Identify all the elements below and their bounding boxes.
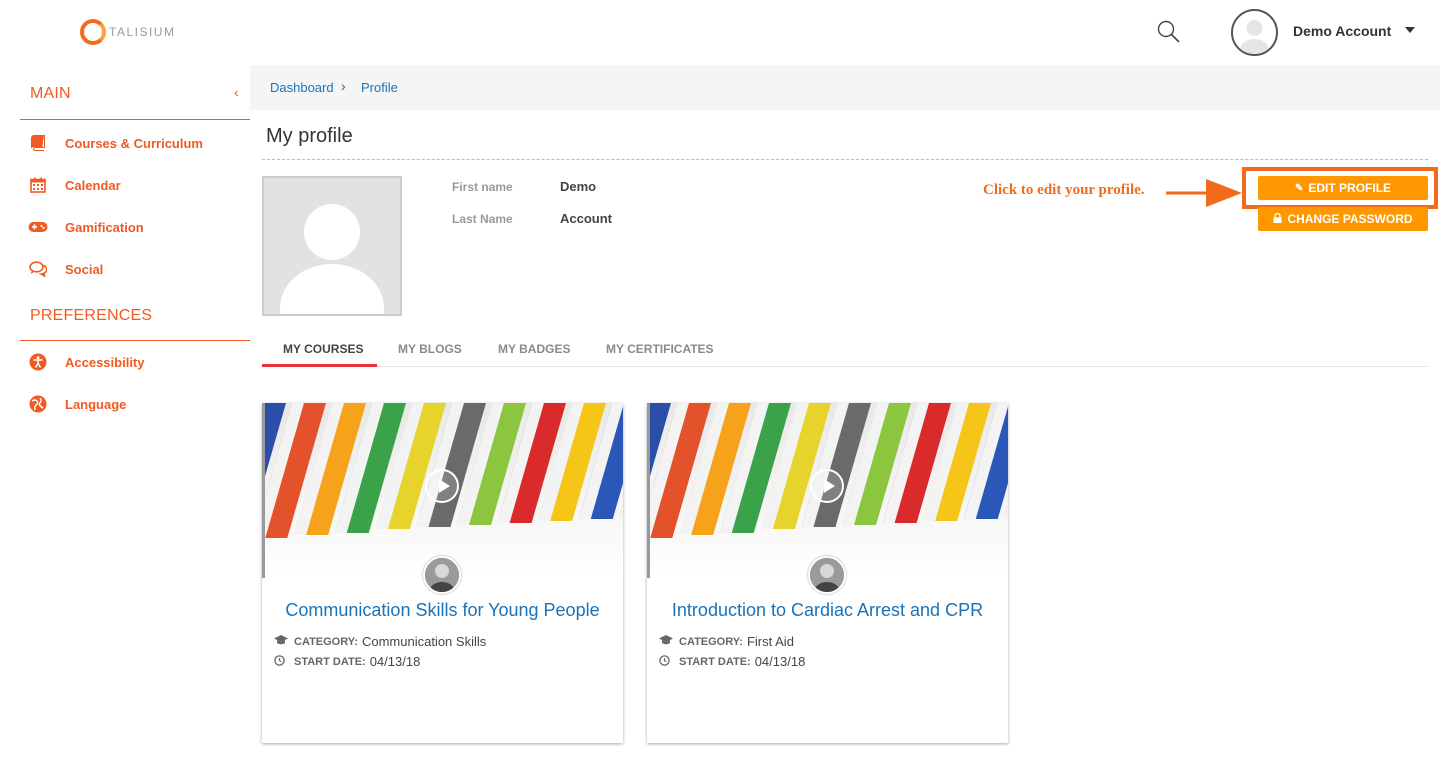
clock-icon [659,654,673,669]
active-tab-indicator [262,364,377,367]
breadcrumb-dashboard[interactable]: Dashboard [270,80,334,95]
first-name-value: Demo [560,179,597,194]
accessibility-icon [28,352,48,372]
start-date-label: START DATE: [294,655,366,668]
profile-tabs: MY COURSES MY BLOGS MY BADGES MY CERTIFI… [262,330,1428,367]
profile-photo [262,176,402,316]
section-divider [20,119,250,120]
breadcrumb-separator: › [341,78,346,94]
sidebar-item-courses[interactable]: Courses & Curriculum [28,132,203,154]
calendar-icon [28,175,48,195]
course-start-date: START DATE: 04/13/18 [274,654,420,669]
pencil-icon: ✎ [1294,182,1304,194]
edit-profile-label: EDIT PROFILE [1308,181,1392,195]
course-title[interactable]: Introduction to Cardiac Arrest and CPR [647,600,1008,621]
sidebar-section-preferences: PREFERENCES [30,307,153,324]
sidebar-section-main: MAIN [30,85,71,102]
sidebar-item-label: Calendar [65,177,121,193]
tab-my-courses[interactable]: MY COURSES [283,342,363,356]
sidebar-item-calendar[interactable]: Calendar [28,174,121,196]
sidebar-item-accessibility[interactable]: Accessibility [28,351,145,373]
sidebar-item-label: Accessibility [65,354,145,370]
course-card[interactable]: Communication Skills for Young People CA… [262,403,623,743]
page-title: My profile [266,125,353,147]
search-icon[interactable] [1156,19,1182,45]
lock-icon [1273,212,1282,226]
sidebar-item-social[interactable]: Social [28,258,103,280]
category-value: First Aid [746,634,794,649]
category-label: CATEGORY: [294,635,358,648]
user-menu-name[interactable]: Demo Account [1293,23,1391,39]
tab-my-blogs[interactable]: MY BLOGS [398,342,462,356]
section-divider [20,340,250,341]
start-date-value: 04/13/18 [754,654,806,669]
category-value: Communication Skills [361,634,487,649]
course-title[interactable]: Communication Skills for Young People [262,600,623,621]
talisium-logo[interactable]: TALISIUM [80,19,175,45]
sidebar-item-language[interactable]: Language [28,393,126,415]
edit-profile-hint: Click to edit your profile. [983,182,1145,198]
gamepad-icon [28,217,48,237]
change-password-label: CHANGE PASSWORD [1287,212,1413,226]
course-category: CATEGORY: First Aid [659,634,794,649]
chat-bubbles-icon [28,259,48,279]
graduation-cap-icon [274,635,288,648]
caret-down-icon[interactable] [1405,27,1415,33]
sidebar-item-gamification[interactable]: Gamification [28,216,144,238]
breadcrumb-profile[interactable]: Profile [361,80,398,95]
logo-text: TALISIUM [109,25,176,39]
clock-icon [274,654,288,669]
sidebar: MAIN ‹ Courses & Curriculum Calendar Gam… [0,65,250,780]
instructor-avatar [808,556,846,594]
change-password-button[interactable]: CHANGE PASSWORD [1258,207,1428,231]
top-bar: TALISIUM Demo Account [0,0,1440,65]
book-icon [28,133,48,153]
play-icon[interactable] [810,469,844,503]
last-name-label: Last Name [452,212,513,226]
hint-arrow-icon [1166,179,1242,207]
sidebar-item-label: Social [65,261,104,277]
start-date-label: START DATE: [679,655,751,668]
graduation-cap-icon [659,635,673,648]
last-name-value: Account [560,211,612,226]
start-date-value: 04/13/18 [369,654,421,669]
tab-my-certificates[interactable]: MY CERTIFICATES [606,342,714,356]
sidebar-item-label: Courses & Curriculum [65,135,203,151]
globe-icon [28,394,48,414]
breadcrumb: Dashboard › Profile [250,65,1440,110]
sidebar-item-label: Language [65,396,127,412]
course-thumbnail [262,403,623,578]
collapse-sidebar-icon[interactable]: ‹ [234,84,239,100]
title-divider [262,159,1428,160]
logo-ring-icon [80,19,106,45]
instructor-avatar [423,556,461,594]
course-thumbnail [647,403,1008,578]
first-name-label: First name [452,180,513,194]
course-category: CATEGORY: Communication Skills [274,634,486,649]
tab-my-badges[interactable]: MY BADGES [498,342,570,356]
user-avatar[interactable] [1231,9,1278,56]
sidebar-item-label: Gamification [65,219,144,235]
course-card[interactable]: Introduction to Cardiac Arrest and CPR C… [647,403,1008,743]
category-label: CATEGORY: [679,635,743,648]
play-icon[interactable] [425,469,459,503]
edit-profile-button[interactable]: ✎ EDIT PROFILE [1258,176,1428,200]
course-start-date: START DATE: 04/13/18 [659,654,805,669]
